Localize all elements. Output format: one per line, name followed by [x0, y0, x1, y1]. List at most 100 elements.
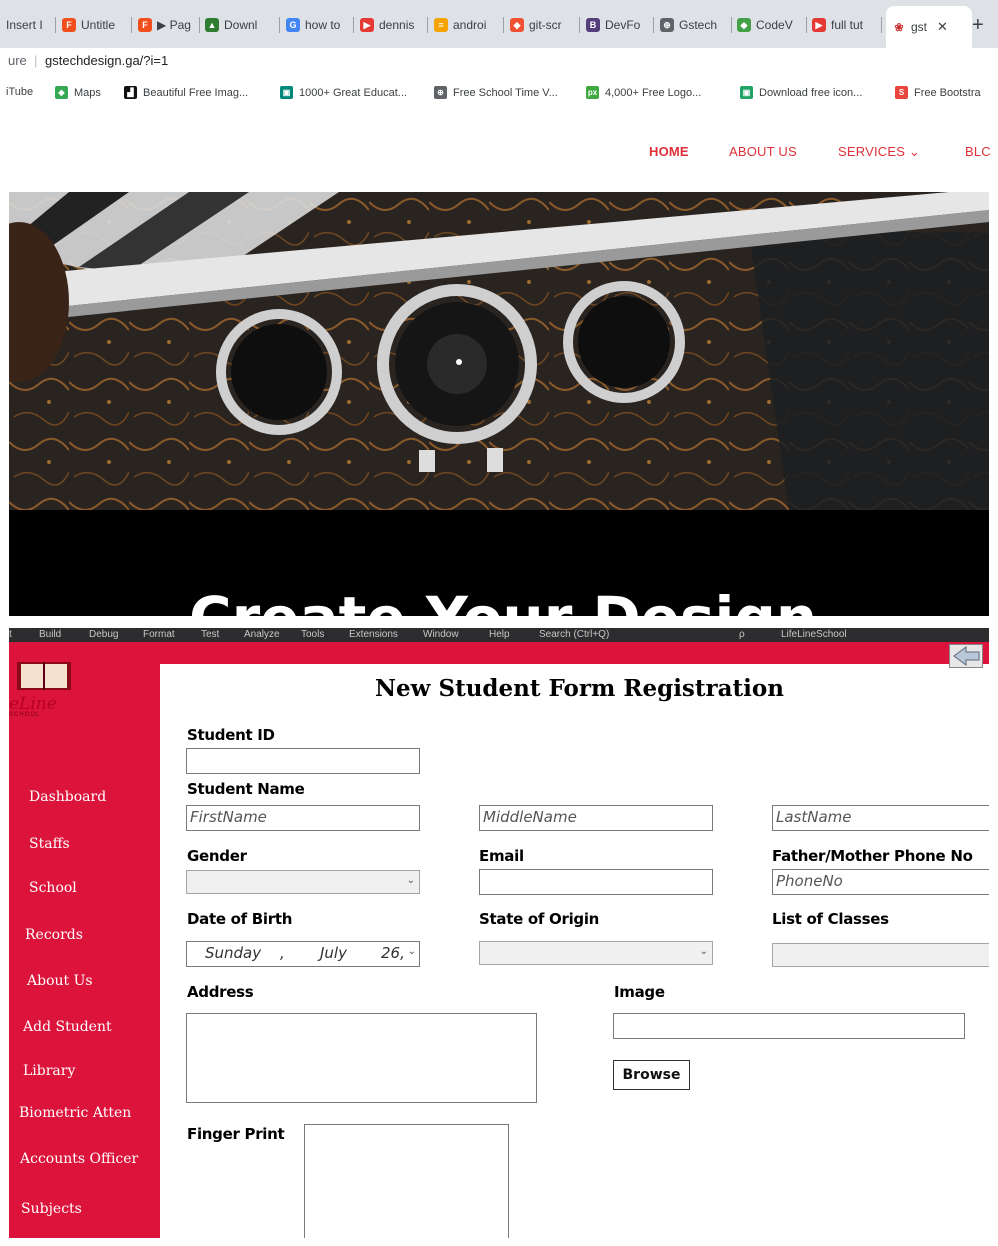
- sidebar-item-school[interactable]: School: [29, 880, 77, 896]
- tab-label: Untitle: [81, 18, 116, 32]
- chevron-down-icon: ⌄: [407, 946, 416, 957]
- tab-3[interactable]: F ▶ Pag: [138, 11, 200, 39]
- tab-separator: [427, 17, 428, 33]
- ide-menu-item[interactable]: Build: [39, 629, 61, 640]
- middle-name-input[interactable]: MiddleName: [479, 805, 713, 831]
- sidebar-item-about-us[interactable]: About Us: [27, 973, 93, 989]
- tab-8[interactable]: ◆ git-scr: [510, 11, 580, 39]
- hero-image: [9, 192, 989, 510]
- sidebar-item-dashboard[interactable]: Dashboard: [29, 789, 106, 805]
- url-text[interactable]: gstechdesign.ga/?i=1: [45, 53, 168, 68]
- tab-9[interactable]: B DevFo: [586, 11, 654, 39]
- ide-menu-item[interactable]: Extensions: [349, 629, 398, 640]
- hero-photo-illustration: [9, 192, 989, 510]
- ide-menu-item[interactable]: Test: [201, 629, 219, 640]
- bookmark-1[interactable]: iTube: [6, 86, 33, 98]
- ide-menu-item[interactable]: Window: [423, 629, 459, 640]
- ide-menu-item[interactable]: Format: [143, 629, 175, 640]
- tab-label: Insert I: [6, 18, 43, 32]
- tab-active[interactable]: ❀ gst ✕: [886, 6, 972, 48]
- tab-separator: [653, 17, 654, 33]
- sidebar-item-library[interactable]: Library: [23, 1063, 75, 1079]
- bookmark-3[interactable]: ▟ Beautiful Free Imag...: [124, 86, 248, 99]
- last-name-input[interactable]: LastName: [772, 805, 989, 831]
- tab-label: androi: [453, 18, 487, 32]
- bookmark-label: Free Bootstra: [914, 86, 981, 99]
- bookmark-5[interactable]: ⊕ Free School Time V...: [434, 86, 558, 99]
- gender-select[interactable]: ⌄: [186, 870, 420, 894]
- tab-separator: [806, 17, 807, 33]
- fingerprint-box[interactable]: [304, 1124, 509, 1238]
- ide-menu-item[interactable]: Tools: [301, 629, 324, 640]
- bookmark-4[interactable]: ▣ 1000+ Great Educat...: [280, 86, 407, 99]
- tab-favicon-icon: ▶: [812, 18, 826, 32]
- tab-2[interactable]: F Untitle: [62, 11, 132, 39]
- tab-favicon-icon: ▲: [205, 18, 219, 32]
- sidebar-item-subjects[interactable]: Subjects: [21, 1201, 82, 1217]
- fingerprint-label: Finger Print: [187, 1125, 285, 1143]
- tab-separator: [353, 17, 354, 33]
- close-tab-icon[interactable]: ✕: [937, 19, 948, 35]
- tab-label: git-scr: [529, 18, 562, 32]
- student-id-input[interactable]: [186, 748, 420, 774]
- tab-favicon-icon: ◆: [737, 18, 751, 32]
- phone-input[interactable]: PhoneNo: [772, 869, 989, 895]
- tab-1[interactable]: Insert I: [6, 11, 56, 39]
- tab-7[interactable]: ≡ androi: [434, 11, 504, 39]
- new-tab-button[interactable]: +: [972, 14, 984, 37]
- security-indicator[interactable]: ure: [8, 53, 27, 68]
- address-bar[interactable]: ure | gstechdesign.ga/?i=1: [0, 48, 998, 76]
- sidebar-item-staffs[interactable]: Staffs: [29, 836, 70, 852]
- logo-text: eLine: [9, 694, 57, 714]
- tab-favicon-icon: F: [138, 18, 152, 32]
- image-path-input[interactable]: [613, 1013, 965, 1039]
- classes-select[interactable]: [772, 943, 989, 967]
- tab-label: dennis: [379, 18, 415, 32]
- ide-menu-item[interactable]: LifeLineSchool: [781, 629, 847, 640]
- ide-menu-item[interactable]: Search (Ctrl+Q): [539, 629, 609, 640]
- bookmark-2[interactable]: ◆ Maps: [55, 86, 101, 99]
- tab-favicon-icon: ▶: [360, 18, 374, 32]
- tab-favicon-icon: ⊕: [660, 18, 674, 32]
- ide-menu-item[interactable]: ρ: [739, 629, 745, 640]
- tab-6[interactable]: ▶ dennis: [360, 11, 428, 39]
- bookmark-7[interactable]: ▣ Download free icon...: [740, 86, 862, 99]
- bookmark-label: iTube: [6, 86, 34, 98]
- screenshot-gap: [0, 616, 998, 628]
- browse-button[interactable]: Browse: [613, 1060, 690, 1090]
- tab-5[interactable]: Ghow to: [286, 11, 354, 39]
- tab-10[interactable]: ⊕ Gstech: [660, 11, 732, 39]
- nav-home[interactable]: HOME: [649, 144, 689, 159]
- ide-menu-item[interactable]: Analyze: [244, 629, 280, 640]
- email-input[interactable]: [479, 869, 713, 895]
- ide-menu-item[interactable]: t: [9, 629, 12, 640]
- app-top-strip: [9, 642, 989, 664]
- sidebar-item-biometric-attendance[interactable]: Biometric Atten: [19, 1105, 131, 1121]
- tab-4[interactable]: ▲ Downl: [205, 11, 280, 39]
- bookmark-label: 4,000+ Free Logo...: [605, 86, 702, 99]
- back-button[interactable]: [949, 644, 983, 668]
- bookmark-8[interactable]: S Free Bootstra: [895, 86, 981, 99]
- state-select[interactable]: ⌄: [479, 941, 713, 965]
- first-name-input[interactable]: FirstName: [186, 805, 420, 831]
- tab-separator: [279, 17, 280, 33]
- dob-picker[interactable]: Sunday , July 26, ⌄: [186, 941, 420, 967]
- tab-12[interactable]: ▶ full tut: [812, 11, 882, 39]
- hero-title: Create Your Design: [189, 584, 817, 616]
- bookmark-favicon-icon: ⊕: [434, 86, 447, 99]
- site-navigation: HOME ABOUT US SERVICES ⌄ BLC: [0, 110, 998, 190]
- ide-menu-item[interactable]: Debug: [89, 629, 118, 640]
- dob-month: July: [320, 944, 347, 962]
- sidebar-item-accounts-officer[interactable]: Accounts Officer: [20, 1151, 138, 1167]
- nav-about-us[interactable]: ABOUT US: [729, 144, 797, 159]
- tab-separator: [55, 17, 56, 33]
- bookmark-6[interactable]: px 4,000+ Free Logo...: [586, 86, 701, 99]
- student-name-label: Student Name: [187, 780, 305, 798]
- nav-services[interactable]: SERVICES ⌄: [838, 144, 920, 160]
- sidebar-item-add-student[interactable]: Add Student: [23, 1019, 112, 1035]
- tab-11[interactable]: ◆ CodeV: [737, 11, 807, 39]
- nav-blog[interactable]: BLC: [965, 144, 991, 159]
- address-textarea[interactable]: [186, 1013, 537, 1103]
- sidebar-item-records[interactable]: Records: [25, 927, 83, 943]
- ide-menu-item[interactable]: Help: [489, 629, 510, 640]
